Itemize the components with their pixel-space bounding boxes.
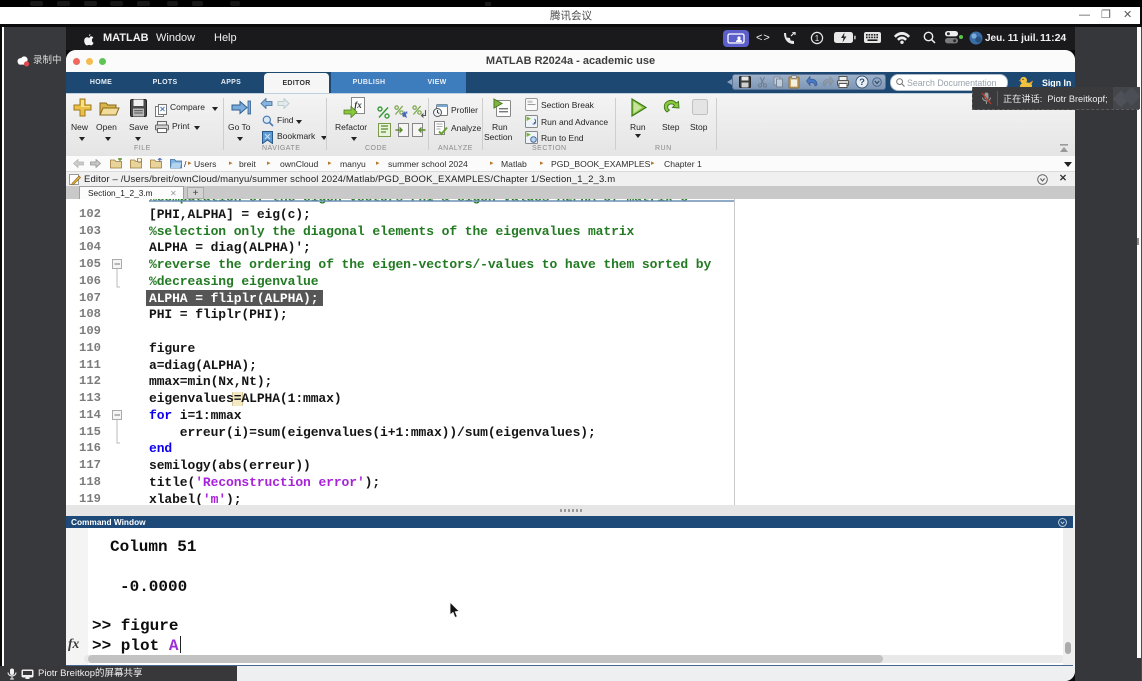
svg-text:?: ? xyxy=(859,77,865,88)
svg-text:1: 1 xyxy=(815,34,820,43)
svg-text:fx: fx xyxy=(354,100,362,110)
